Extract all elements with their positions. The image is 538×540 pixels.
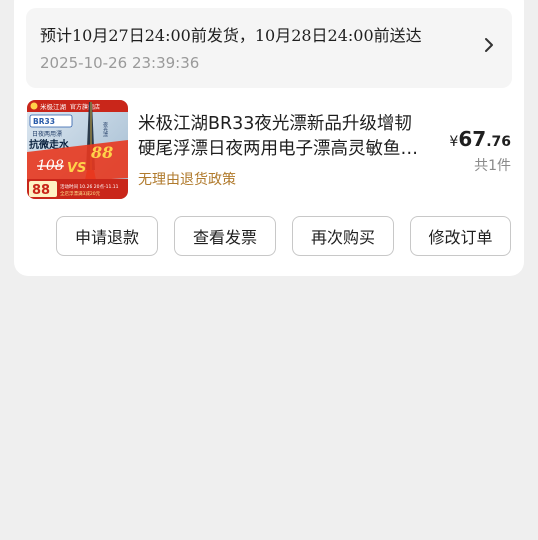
- order-card: 预计10月27日24:00前发货，10月28日24:00前送达 2025-10-…: [14, 0, 524, 276]
- modify-order-button[interactable]: 修改订单: [410, 216, 511, 256]
- product-title-line1: 米极江湖BR33夜光漂新品升级增韧: [138, 114, 412, 134]
- return-policy-link[interactable]: 无理由退货政策: [138, 169, 236, 189]
- shipping-info-row[interactable]: 预计10月27日24:00前发货，10月28日24:00前送达 2025-10-…: [26, 8, 512, 88]
- product-thumbnail[interactable]: 米极江湖 官方旗舰店 BR33 日夜两用漂 夜光漂 抗微走水 108 VS 88…: [27, 100, 128, 199]
- image-subtitle: 日夜两用漂: [32, 130, 62, 138]
- brand-logo-icon: [30, 102, 38, 110]
- price-integer: 67: [458, 127, 487, 151]
- price-decimal: .76: [486, 134, 511, 150]
- image-new-price: 88: [90, 143, 113, 162]
- buy-again-button[interactable]: 再次购买: [292, 216, 394, 256]
- order-timestamp: 2025-10-26 23:39:36: [40, 54, 200, 72]
- product-title-line2: 硬尾浮漂日夜两用电子漂高灵敏鱼…: [138, 139, 418, 159]
- product-price: ¥67.76: [449, 127, 511, 151]
- chevron-right-icon[interactable]: [480, 36, 498, 54]
- apply-refund-button[interactable]: 申请退款: [56, 216, 158, 256]
- price-currency: ¥: [449, 134, 459, 150]
- svg-text:夜光漂: 夜光漂: [102, 121, 108, 137]
- image-vs: VS: [67, 161, 86, 176]
- image-brand: 米极江湖: [40, 102, 67, 111]
- image-store: 官方旗舰店: [70, 103, 100, 111]
- image-coupon: 全店浮漂满3减20元: [60, 190, 101, 197]
- view-invoice-button[interactable]: 查看发票: [174, 216, 276, 256]
- product-title[interactable]: 米极江湖BR33夜光漂新品升级增韧 硬尾浮漂日夜两用电子漂高灵敏鱼…: [138, 112, 438, 162]
- image-model: BR33: [33, 117, 55, 126]
- image-old-price: 108: [37, 158, 64, 174]
- image-promo: 活动时间 10.26 20点-11.11: [60, 183, 119, 190]
- image-deal-price: 88: [32, 183, 50, 198]
- shipping-estimate: 预计10月27日24:00前发货，10月28日24:00前送达: [40, 26, 422, 45]
- product-quantity: 共1件: [474, 158, 511, 174]
